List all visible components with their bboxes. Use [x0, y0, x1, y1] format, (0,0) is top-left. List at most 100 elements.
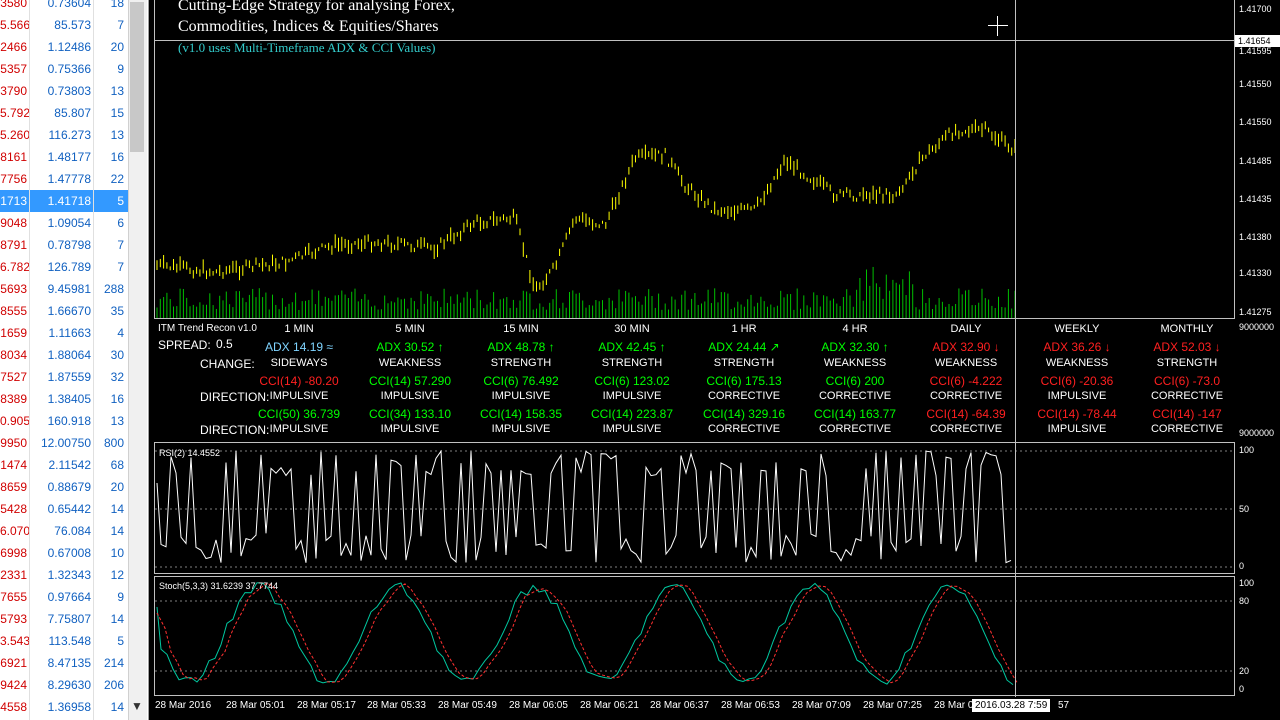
direction-status: CORRECTIVE [1150, 390, 1224, 402]
ask-price: 1.66670 [47, 304, 91, 318]
symbol-bid-fragment: 0.905 [0, 414, 31, 428]
market-watch-row[interactable]: 9950 12.00750 800 [0, 432, 128, 454]
market-watch-row[interactable]: 8161 1.48177 16 [0, 146, 128, 168]
spread-value: 10 [110, 546, 124, 560]
spread-value: 20 [110, 480, 124, 494]
direction-status: CORRECTIVE [929, 390, 1003, 402]
rsi-chart[interactable] [155, 443, 1235, 573]
market-watch-row[interactable]: 3580 0.73604 18 [0, 0, 128, 14]
direction-status: CORRECTIVE [707, 390, 781, 402]
market-watch-row[interactable]: 6921 8.47135 214 [0, 652, 128, 674]
market-watch-row[interactable]: 6998 0.67008 10 [0, 542, 128, 564]
ask-price: 7.75807 [47, 612, 91, 626]
market-watch-row[interactable]: 5.260 116.273 13 [0, 124, 128, 146]
symbol-bid-fragment: 8555 [0, 304, 27, 318]
ask-price: 1.38405 [47, 392, 91, 406]
symbol-bid-fragment: 5.260 [0, 128, 31, 142]
symbol-bid-fragment: 5428 [0, 502, 27, 516]
ask-price: 1.09054 [47, 216, 91, 230]
market-watch-row[interactable]: 8555 1.66670 35 [0, 300, 128, 322]
stochastic-axis: 100 80 20 0 [1235, 576, 1280, 696]
ask-price: 1.32343 [47, 568, 91, 582]
market-watch-row[interactable]: 3.543 113.548 5 [0, 630, 128, 652]
adx-value: ADX 36.26 ↓ [1043, 340, 1111, 354]
change-status: SIDEWAYS [270, 357, 328, 369]
market-watch-row[interactable]: 8791 0.78798 7 [0, 234, 128, 256]
market-watch-row[interactable]: 2466 1.12486 20 [0, 36, 128, 58]
direction-status: CORRECTIVE [1150, 423, 1224, 435]
market-watch-row[interactable]: 5.792 85.807 15 [0, 102, 128, 124]
market-watch-row[interactable]: 6.782 126.789 7 [0, 256, 128, 278]
market-watch-row[interactable]: 5357 0.75366 9 [0, 58, 128, 80]
market-watch-row[interactable]: 9048 1.09054 6 [0, 212, 128, 234]
symbol-bid-fragment: 5357 [0, 62, 27, 76]
symbol-bid-fragment: 2466 [0, 40, 27, 54]
column-divider [93, 0, 94, 720]
market-watch-row[interactable]: 5.566 85.573 7 [0, 14, 128, 36]
market-watch-row[interactable]: 1659 1.11663 4 [0, 322, 128, 344]
symbol-bid-fragment: 8034 [0, 348, 27, 362]
market-watch-row[interactable]: 4558 1.36958 14 [0, 696, 128, 718]
time-tick: 28 Mar 06:05 [509, 700, 568, 711]
crosshair-date-label: 2016.03.28 7:59 [972, 699, 1051, 712]
market-watch-row[interactable]: 5693 9.45981 288 [0, 278, 128, 300]
stochastic-chart[interactable] [155, 577, 1235, 695]
time-tick: 28 Mar 06:37 [650, 700, 709, 711]
symbol-bid-fragment: 9950 [0, 436, 27, 450]
symbol-bid-fragment: 7655 [0, 590, 27, 604]
timeframe-label: 30 MIN [614, 323, 650, 335]
scrollbar-thumb[interactable] [130, 2, 144, 152]
spread-value: 206 [103, 678, 124, 692]
ask-price: 0.73604 [47, 0, 91, 10]
timeframe-label: 4 HR [842, 323, 868, 335]
ask-price: 160.918 [47, 414, 91, 428]
market-watch-row[interactable]: 7655 0.97664 9 [0, 586, 128, 608]
market-watch-row[interactable]: 3790 0.73803 13 [0, 80, 128, 102]
spread-value: 32 [110, 370, 124, 384]
time-tick: 28 Mar 0 [934, 700, 974, 711]
spread-value: 13 [110, 414, 124, 428]
market-watch-row[interactable]: 1474 2.11542 68 [0, 454, 128, 476]
spread-value: 4 [117, 326, 124, 340]
symbol-bid-fragment: 1659 [0, 326, 27, 340]
change-status: STRENGTH [601, 357, 663, 369]
market-watch-row[interactable]: 8659 0.88679 20 [0, 476, 128, 498]
market-watch-row[interactable]: 1713 1.41718 5 [0, 190, 128, 212]
spread-value: 20 [110, 40, 124, 54]
symbol-bid-fragment: 1474 [0, 458, 27, 472]
rsi-axis: 100 50 0 [1235, 442, 1280, 574]
spread-value: 12 [110, 568, 124, 582]
ask-price: 0.88679 [47, 480, 91, 494]
spread-value: 16 [110, 150, 124, 164]
cci-slow-value: CCI(14) 163.77 [813, 407, 897, 421]
symbol-bid-fragment: 5.566 [0, 18, 31, 32]
market-watch-row[interactable]: 2331 1.32343 12 [0, 564, 128, 586]
timeframe-label: MONTHLY [1160, 323, 1214, 335]
cci-slow-value: CCI(50) 36.739 [257, 407, 341, 421]
spread-value: 16 [110, 392, 124, 406]
market-watch-row[interactable]: 7527 1.87559 32 [0, 366, 128, 388]
adx-value: ADX 32.30 ↑ [821, 340, 889, 354]
market-watch-row[interactable]: 8034 1.88064 30 [0, 344, 128, 366]
symbol-bid-fragment: 6.070 [0, 524, 31, 538]
spread-value: 13 [110, 128, 124, 142]
symbol-bid-fragment: 1713 [0, 194, 27, 208]
cci-fast-value: CCI(6) 175.13 [706, 374, 782, 388]
time-tick: 28 Mar 05:17 [297, 700, 356, 711]
time-tick: 28 Mar 07:09 [792, 700, 851, 711]
spread-value: 9 [117, 590, 124, 604]
stoch-level: 0 [1239, 684, 1245, 694]
market-watch-row[interactable]: 9424 8.29630 206 [0, 674, 128, 696]
market-watch-row[interactable]: 5428 0.65442 14 [0, 498, 128, 520]
chart-window[interactable]: Cutting-Edge Strategy for analysing Fore… [150, 0, 1280, 720]
symbol-bid-fragment: 7756 [0, 172, 27, 186]
ask-price: 0.75366 [47, 62, 91, 76]
scroll-down-icon[interactable]: ▼ [128, 697, 146, 715]
market-watch-row[interactable]: 7756 1.47778 22 [0, 168, 128, 190]
market-watch-row[interactable]: 6.070 76.084 14 [0, 520, 128, 542]
market-watch-row[interactable]: 8389 1.38405 16 [0, 388, 128, 410]
ask-price: 113.548 [48, 634, 92, 648]
market-watch-row[interactable]: 0.905 160.918 13 [0, 410, 128, 432]
time-tick-fragment: 57 [1058, 700, 1070, 711]
market-watch-row[interactable]: 5793 7.75807 14 [0, 608, 128, 630]
